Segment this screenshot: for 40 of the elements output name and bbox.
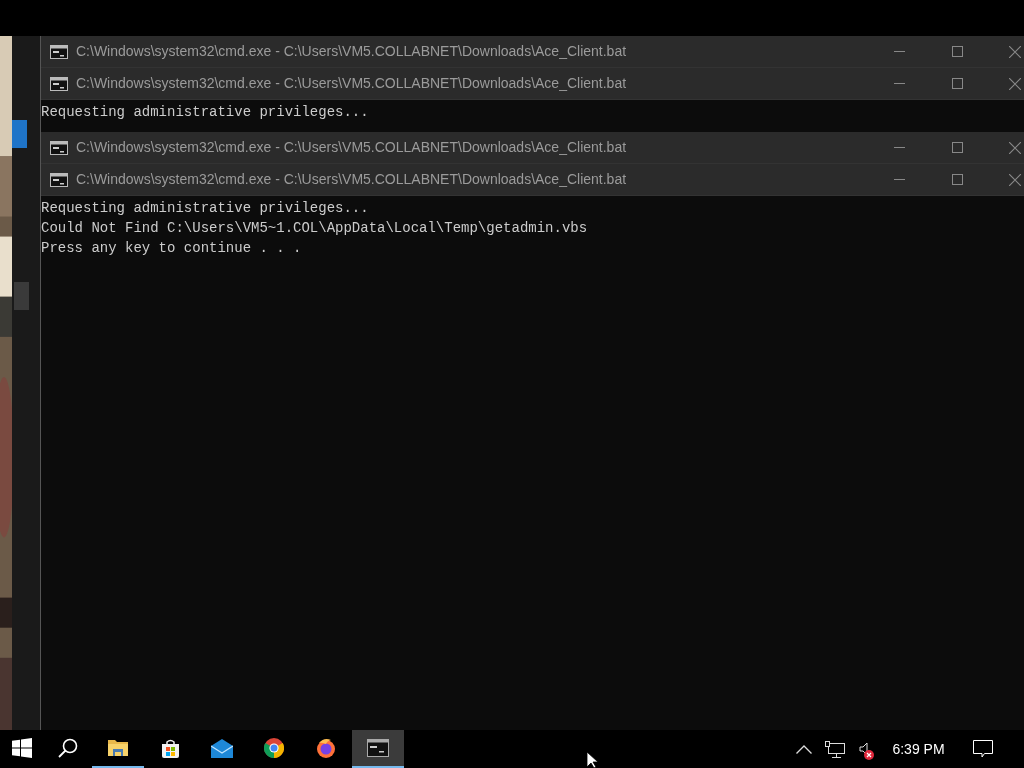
window-title: C:\Windows\system32\cmd.exe - C:\Users\VM5.COLLABNET\Downloads\Ace_Client.bat xyxy=(76,74,627,93)
clock[interactable]: 6:39 PM xyxy=(875,730,962,768)
notification-icon xyxy=(973,740,993,758)
volume-icon xyxy=(858,742,868,756)
search-icon xyxy=(58,738,78,758)
window-title: C:\Windows\system32\cmd.exe - C:\Users\VM5.COLLABNET\Downloads\Ace_Client.bat xyxy=(76,42,627,61)
console-icon xyxy=(50,140,68,155)
console-icon xyxy=(50,76,68,91)
firefox-icon xyxy=(316,738,336,758)
maximize-icon xyxy=(951,46,963,57)
network-icon xyxy=(825,740,845,758)
console-icon xyxy=(367,739,389,757)
console-line: Requesting administrative privileges... xyxy=(41,103,369,122)
maximize-icon xyxy=(951,78,963,89)
console-line: Press any key to continue . . . xyxy=(41,239,302,258)
window-title: C:\Windows\system32\cmd.exe - C:\Users\VM5.COLLABNET\Downloads\Ace_Client.bat xyxy=(76,138,627,157)
taskbar-app[interactable] xyxy=(352,730,404,768)
console-line: Could Not Find C:\Users\VM5~1.COL\AppData\Local\Temp\getadmin.vbs xyxy=(41,219,588,238)
close-icon xyxy=(1009,77,1021,90)
console-icon xyxy=(50,172,68,187)
close-icon xyxy=(1009,45,1021,58)
folder-icon xyxy=(108,739,128,757)
store-icon xyxy=(160,738,180,758)
scrollbar-thumb xyxy=(14,282,29,310)
maximize-icon xyxy=(951,174,963,185)
caret-icon xyxy=(796,744,812,754)
minimize-icon xyxy=(893,83,905,84)
minimize-icon xyxy=(893,51,905,52)
console-line: Requesting administrative privileges... xyxy=(41,199,369,218)
chrome-icon xyxy=(264,738,284,758)
mail-icon xyxy=(211,738,233,758)
console-icon xyxy=(50,44,68,59)
maximize-icon xyxy=(951,142,963,153)
tab-highlight xyxy=(12,120,27,148)
close-icon xyxy=(1009,141,1021,154)
minimize-icon xyxy=(893,147,905,148)
close-icon xyxy=(1009,173,1021,186)
minimize-icon xyxy=(893,179,905,180)
window-title: C:\Windows\system32\cmd.exe - C:\Users\VM5.COLLABNET\Downloads\Ace_Client.bat xyxy=(76,170,627,189)
windows-logo-icon xyxy=(12,738,32,758)
